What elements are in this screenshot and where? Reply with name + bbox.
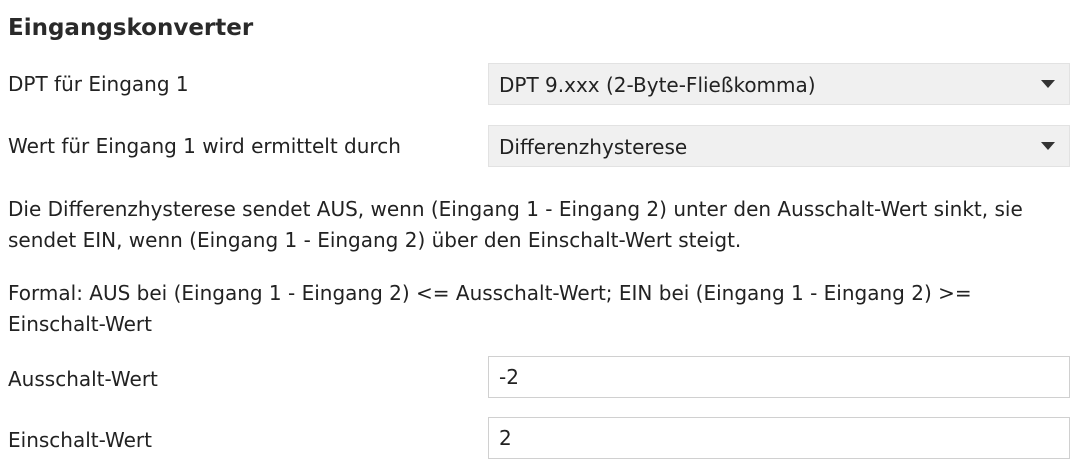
caret-down-icon	[1041, 142, 1055, 150]
section-title: Eingangskonverter	[8, 15, 254, 41]
off-value-label: Ausschalt-Wert	[8, 367, 158, 391]
value-mode-label: Wert für Eingang 1 wird ermittelt durch	[8, 134, 401, 158]
description-text: Die Differenzhysterese sendet AUS, wenn …	[8, 197, 1023, 252]
dpt-input1-label: DPT für Eingang 1	[8, 72, 189, 96]
value-mode-selected-value: Differenzhysterese	[499, 135, 688, 159]
caret-down-icon	[1041, 80, 1055, 88]
on-value-input[interactable]	[488, 417, 1070, 459]
on-value-label: Einschalt-Wert	[8, 428, 152, 452]
value-mode-select[interactable]: Differenzhysterese	[488, 125, 1070, 167]
dpt-input1-select[interactable]: DPT 9.xxx (2-Byte-Fließkomma)	[488, 63, 1070, 105]
off-value-input[interactable]	[488, 356, 1070, 398]
dpt-input1-selected-value: DPT 9.xxx (2-Byte-Fließkomma)	[499, 73, 816, 97]
formula-text: Formal: AUS bei (Eingang 1 - Eingang 2) …	[8, 281, 972, 336]
